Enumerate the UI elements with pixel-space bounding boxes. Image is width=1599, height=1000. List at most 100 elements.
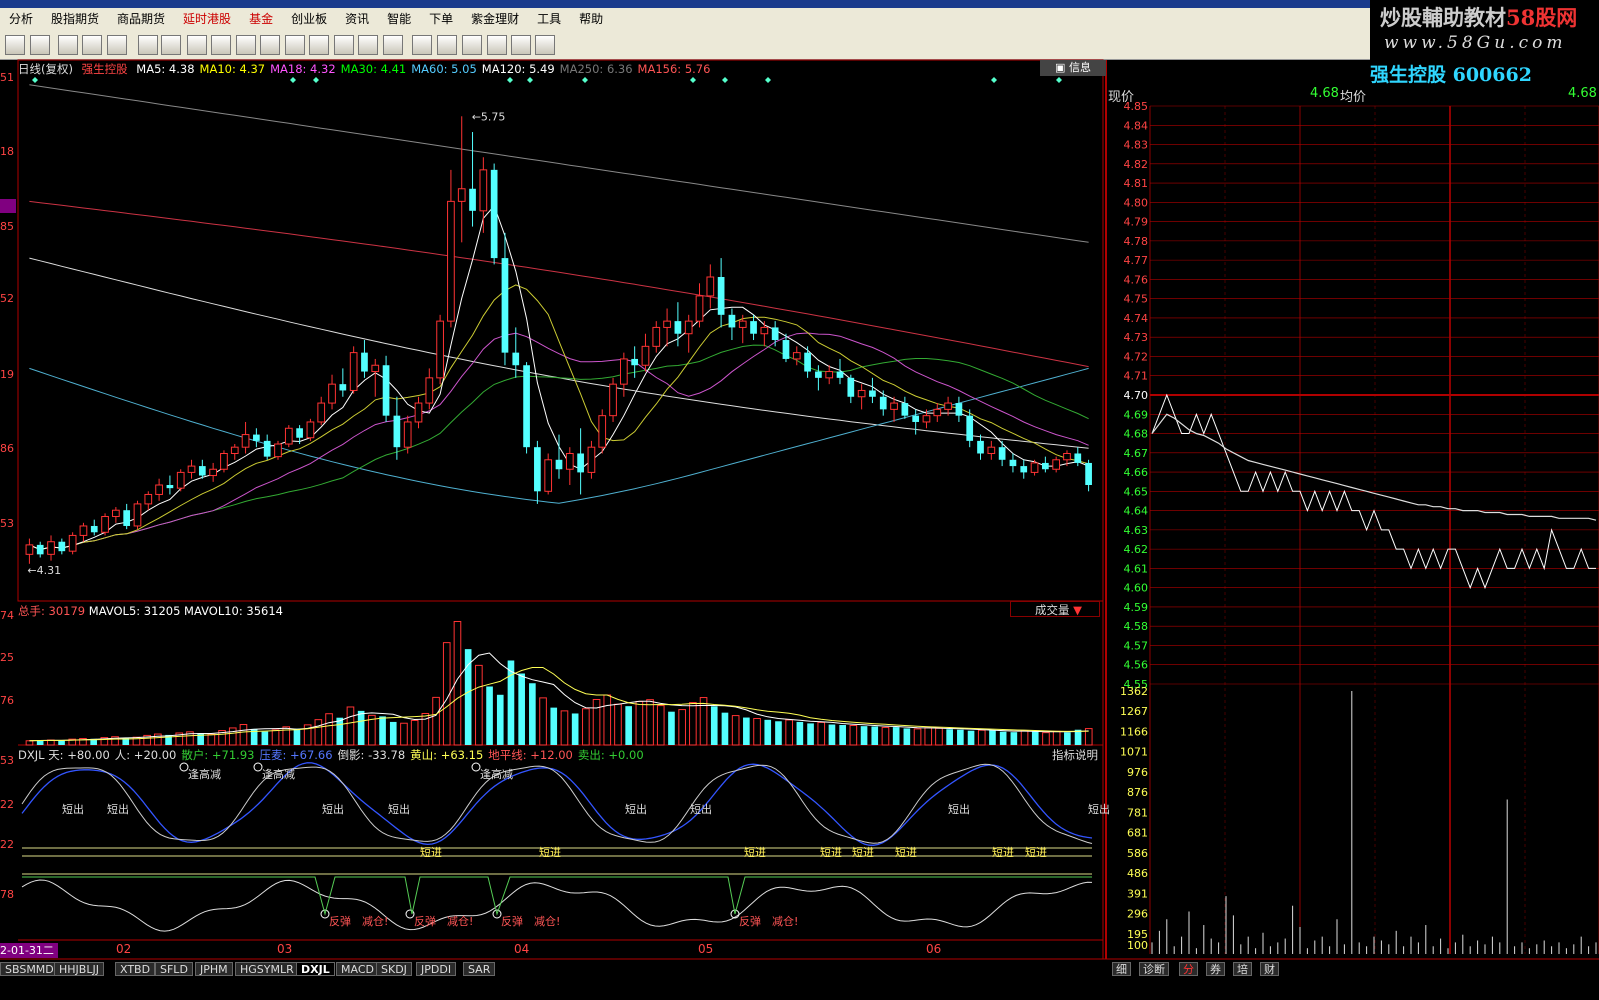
toolbar-tool-icon[interactable] bbox=[260, 35, 280, 55]
right-panel-tab[interactable]: 培 bbox=[1233, 962, 1252, 976]
toolbar-tool-icon[interactable] bbox=[535, 35, 555, 55]
toolbar-tool-icon[interactable] bbox=[58, 35, 78, 55]
signal-diamond-icon bbox=[991, 77, 997, 83]
sell-signal-label: 短出 bbox=[690, 802, 712, 816]
right-panel-tab[interactable]: 券 bbox=[1206, 962, 1225, 976]
toolbar-tool-icon[interactable] bbox=[107, 35, 127, 55]
right-panel-tab[interactable]: 细 bbox=[1112, 962, 1131, 976]
toolbar-tool-icon[interactable] bbox=[285, 35, 305, 55]
right-panel-tab[interactable]: 分 bbox=[1179, 962, 1198, 976]
candle-body bbox=[317, 402, 326, 423]
indicator-tab[interactable]: HHJBLJJ bbox=[54, 962, 104, 976]
y-tick-label: 25 bbox=[0, 651, 14, 664]
chevron-down-icon: ▼ bbox=[1073, 603, 1083, 617]
kline-panel-frame bbox=[17, 59, 1104, 602]
toolbar-tool-icon[interactable] bbox=[187, 35, 207, 55]
volume-bar bbox=[710, 706, 718, 745]
right-panel-tab[interactable]: 财 bbox=[1260, 962, 1279, 976]
candle-body bbox=[890, 402, 898, 410]
toolbar-tool-icon[interactable] bbox=[309, 35, 329, 55]
toolbar-tool-icon[interactable] bbox=[138, 35, 158, 55]
indicator-help-link[interactable]: 指标说明 bbox=[1052, 747, 1098, 763]
toolbar-tool-icon[interactable] bbox=[412, 35, 432, 55]
toolbar-tool-icon[interactable] bbox=[161, 35, 181, 55]
toolbar-tool-icon[interactable] bbox=[236, 35, 256, 55]
toolbar-tool-icon[interactable] bbox=[437, 35, 457, 55]
indicator-tab[interactable]: SBSMMD bbox=[0, 962, 59, 976]
indicator-tab[interactable]: JPDDI bbox=[416, 962, 457, 976]
toolbar-tool-icon[interactable] bbox=[334, 35, 354, 55]
intraday-price-tick: 4.68 bbox=[1124, 428, 1149, 441]
toolbar-tool-icon[interactable] bbox=[5, 35, 25, 55]
candle-body bbox=[1009, 459, 1017, 467]
menu-item[interactable]: 创业板 bbox=[282, 8, 336, 30]
volume-bar bbox=[293, 728, 301, 745]
chart-area[interactable]: 511894855219865374257653222278←5.75←4.31… bbox=[0, 59, 1599, 960]
indicator-tab[interactable]: SKDJ bbox=[376, 962, 412, 976]
volume-bar bbox=[464, 649, 472, 745]
indicator-selector[interactable]: 成交量 ▼ bbox=[1010, 601, 1100, 617]
toolbar-tool-icon[interactable] bbox=[383, 35, 403, 55]
candle-body bbox=[425, 377, 434, 404]
toolbar-tool-icon[interactable] bbox=[487, 35, 507, 55]
volume-bar bbox=[518, 673, 525, 745]
toolbar-tool-icon[interactable] bbox=[82, 35, 102, 55]
info-button[interactable]: ▣ 信息 bbox=[1040, 60, 1106, 76]
toolbar-tool-icon[interactable] bbox=[30, 35, 50, 55]
menu-item[interactable]: 资讯 bbox=[336, 8, 378, 30]
signal-circle-icon bbox=[471, 762, 481, 772]
indicator-tab[interactable]: JPHM bbox=[195, 962, 233, 976]
candle-body bbox=[598, 415, 607, 448]
indicator-tab[interactable]: HGSYMLR bbox=[235, 962, 299, 976]
intraday-price-tick: 4.67 bbox=[1124, 447, 1149, 460]
toolbar-tool-icon[interactable] bbox=[511, 35, 531, 55]
menu-item[interactable]: 延时港股 bbox=[174, 8, 240, 30]
menu-item[interactable]: 下单 bbox=[420, 8, 462, 30]
toolbar-tool-icon[interactable] bbox=[462, 35, 482, 55]
intraday-volume-tick: 486 bbox=[1127, 867, 1148, 880]
indicator-tab[interactable]: SAR bbox=[463, 962, 496, 976]
intraday-price-tick: 4.60 bbox=[1124, 582, 1149, 595]
menu-item[interactable]: 智能 bbox=[378, 8, 420, 30]
intraday-price-tick: 4.74 bbox=[1124, 312, 1149, 325]
volume-bar bbox=[775, 721, 782, 745]
candle-body bbox=[750, 321, 757, 334]
indicator-tab[interactable]: MACD bbox=[336, 962, 379, 976]
right-panel-tab[interactable]: 诊断 bbox=[1139, 962, 1169, 976]
menu-item[interactable]: 商品期货 bbox=[108, 8, 174, 30]
toolbar bbox=[0, 30, 1370, 60]
menu-item[interactable]: 工具 bbox=[528, 8, 570, 30]
current-date: 2-01-31二 bbox=[0, 943, 58, 958]
candle-body bbox=[209, 468, 217, 477]
ma-value: MA18: 4.32 bbox=[270, 62, 336, 76]
menu-item[interactable]: 紫金理财 bbox=[462, 8, 528, 30]
brand-banner: 炒股輔助教材58股网 www.58Gu.com bbox=[1370, 0, 1599, 59]
menu-item[interactable]: 基金 bbox=[240, 8, 282, 30]
indicator-tab[interactable]: SFLD bbox=[155, 962, 193, 976]
indicator-tab[interactable]: XTBD bbox=[115, 962, 156, 976]
candle-body bbox=[728, 314, 736, 328]
rebound-label: 反弹 bbox=[501, 914, 523, 928]
toolbar-tool-icon[interactable] bbox=[358, 35, 378, 55]
sell-signal-label: 短出 bbox=[322, 802, 344, 816]
candle-body bbox=[1020, 466, 1028, 473]
candle-body bbox=[187, 465, 196, 473]
intraday-volume-tick: 100 bbox=[1127, 939, 1148, 952]
menu-item[interactable]: 股指期货 bbox=[42, 8, 108, 30]
volume-bar bbox=[357, 710, 365, 745]
dxjl-green-line bbox=[22, 876, 1092, 916]
high-reduce-label: 逢高减 bbox=[262, 767, 295, 781]
indicator-tab[interactable]: DXJL bbox=[296, 962, 335, 976]
rebound-label: 反弹 bbox=[414, 914, 436, 928]
volume-bar bbox=[764, 719, 772, 745]
volume-bar bbox=[496, 694, 504, 745]
candle-body bbox=[123, 510, 131, 526]
menu-item[interactable]: 帮助 bbox=[570, 8, 612, 30]
menu-item[interactable]: 分析 bbox=[0, 8, 42, 30]
volume-header: 总手: 30179 MAVOL5: 31205 MAVOL10: 35614 bbox=[18, 603, 283, 619]
y-tick-label: 53 bbox=[0, 517, 14, 530]
toolbar-tool-icon[interactable] bbox=[211, 35, 231, 55]
mavol5: MAVOL5: 31205 bbox=[88, 604, 181, 618]
candle-body bbox=[361, 352, 368, 372]
candle-body bbox=[176, 471, 185, 489]
